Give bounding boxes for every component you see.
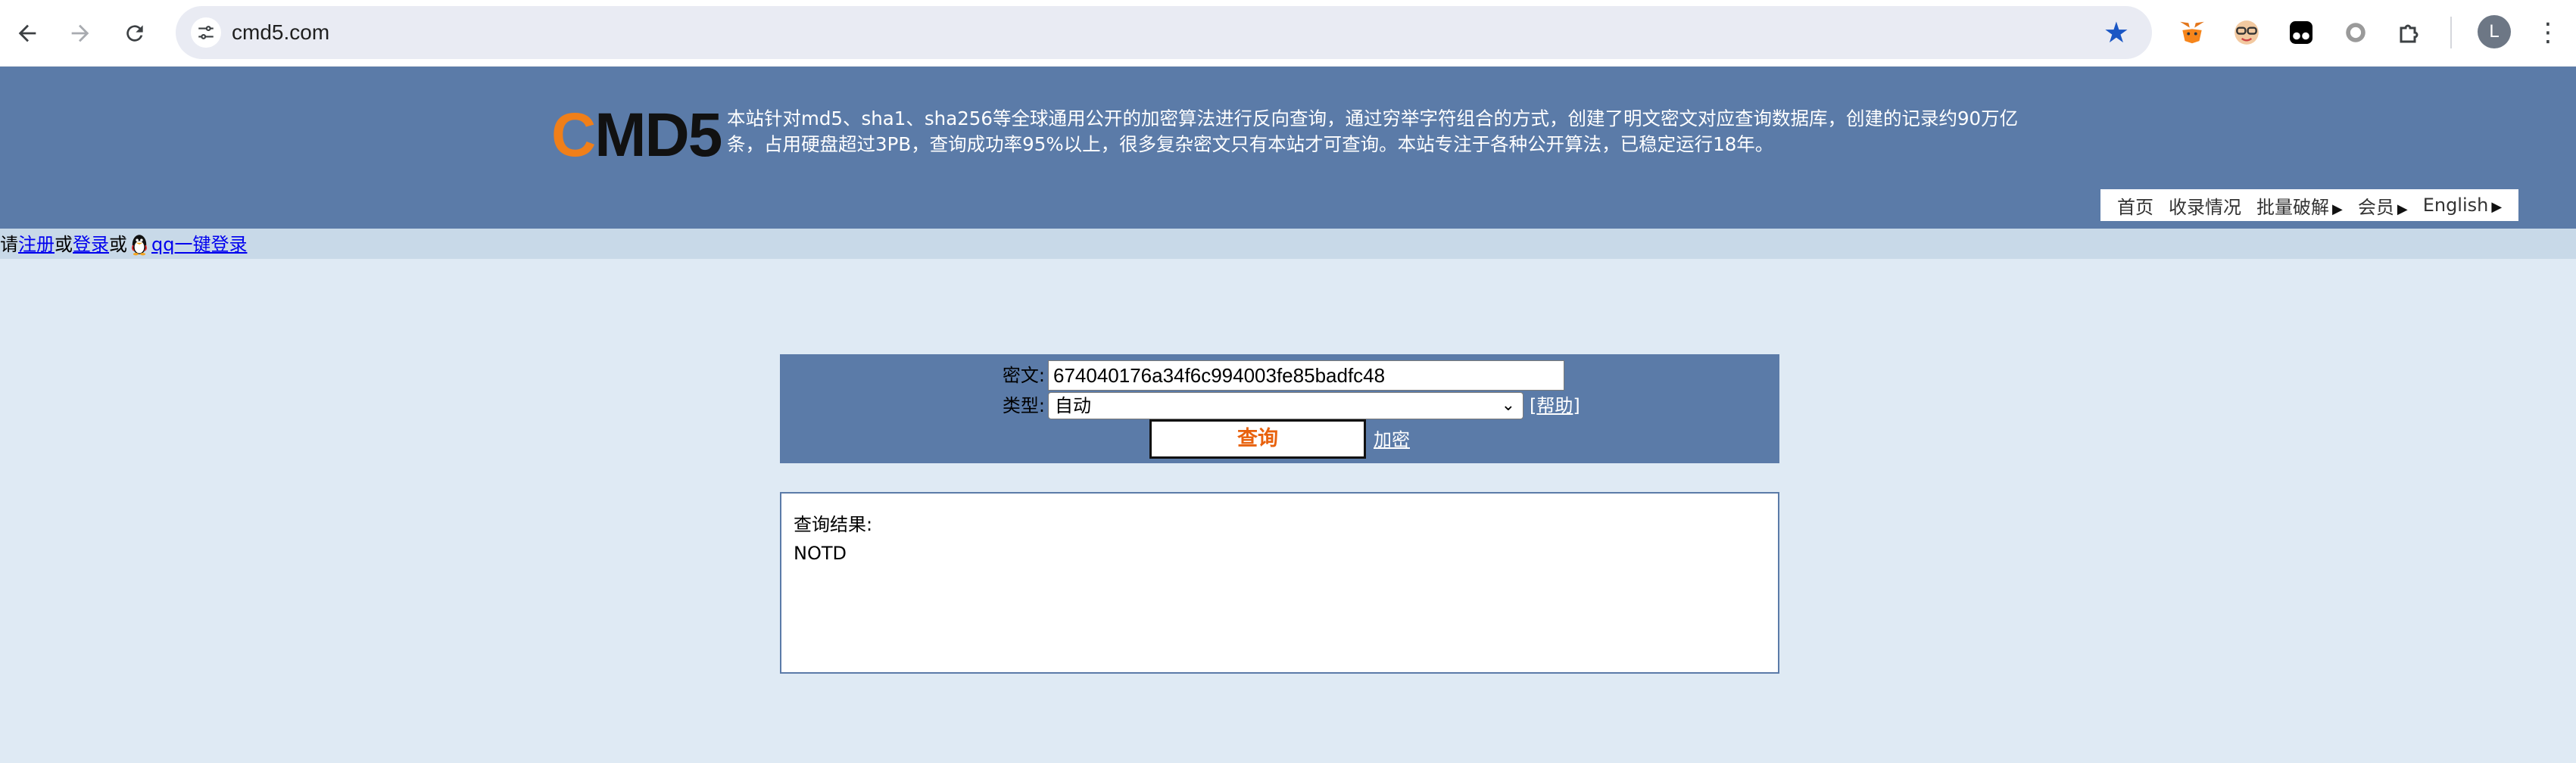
browser-menu-icon[interactable]: ⋮	[2535, 15, 2561, 50]
chevron-down-icon: ⌄	[1501, 396, 1515, 415]
reload-icon[interactable]	[114, 12, 156, 54]
cipher-input[interactable]: 674040176a34f6c994003fe85badfc48	[1048, 360, 1564, 391]
nav-home[interactable]: 首页	[2110, 192, 2161, 219]
result-panel: 查询结果: NOTD	[780, 492, 1779, 674]
result-title: 查询结果:	[794, 514, 873, 535]
triangle-right-icon: ▶	[2397, 201, 2408, 217]
toolbar-divider	[2450, 17, 2452, 48]
glasses-face-icon[interactable]	[2229, 15, 2264, 50]
metamask-fox-icon[interactable]	[2175, 15, 2210, 50]
top-navigation: 首页 收录情况 批量破解 ▶ 会员 ▶ English ▶	[2100, 189, 2519, 221]
circle-extension-icon[interactable]	[2338, 15, 2373, 50]
query-form: 密文: 674040176a34f6c994003fe85badfc48 类型:…	[780, 354, 1779, 463]
site-header: CMD5 本站针对md5、sha1、sha256等全球通用公开的加密算法进行反向…	[0, 67, 2576, 229]
nav-coverage[interactable]: 收录情况	[2161, 192, 2249, 219]
puzzle-extensions-icon[interactable]	[2393, 15, 2428, 50]
login-link[interactable]: 登录	[73, 233, 109, 256]
back-arrow-icon[interactable]	[6, 12, 48, 54]
cipher-label: 密文:	[1002, 365, 1045, 386]
help-link[interactable]: [帮助]	[1530, 392, 1580, 419]
profile-avatar[interactable]: L	[2478, 15, 2511, 48]
login-bar: 请 注册 或 登录 或 qq一键登录	[0, 229, 2576, 259]
encrypt-link[interactable]: 加密	[1374, 427, 1410, 453]
query-button[interactable]: 查询	[1149, 419, 1366, 459]
cmd5-logo[interactable]: CMD5	[551, 101, 722, 170]
result-value: NOTD	[794, 543, 847, 564]
nav-batch-crack[interactable]: 批量破解 ▶	[2249, 192, 2350, 219]
tampermonkey-icon[interactable]	[2284, 15, 2319, 50]
address-bar[interactable]: cmd5.com ★	[176, 6, 2152, 59]
type-label: 类型:	[1002, 395, 1045, 416]
nav-member[interactable]: 会员 ▶	[2350, 192, 2415, 219]
hash-type-select[interactable]: 自动 ⌄	[1048, 392, 1523, 419]
bookmark-star-icon[interactable]: ★	[2104, 15, 2129, 50]
site-intro-text: 本站针对md5、sha1、sha256等全球通用公开的加密算法进行反向查询，通过…	[727, 107, 2019, 155]
url-text[interactable]: cmd5.com	[232, 6, 329, 59]
login-prompt: 请 注册 或 登录 或 qq一键登录	[0, 233, 248, 256]
forward-arrow-icon[interactable]	[59, 12, 101, 54]
browser-toolbar: cmd5.com ★ L ⋮	[0, 0, 2576, 67]
triangle-right-icon: ▶	[2491, 199, 2503, 215]
site-settings-icon[interactable]	[191, 17, 221, 48]
qq-login-link[interactable]: qq一键登录	[151, 233, 247, 256]
nav-english[interactable]: English ▶	[2415, 195, 2510, 216]
register-link[interactable]: 注册	[18, 233, 55, 256]
qq-penguin-icon	[129, 233, 150, 256]
triangle-right-icon: ▶	[2332, 201, 2343, 217]
